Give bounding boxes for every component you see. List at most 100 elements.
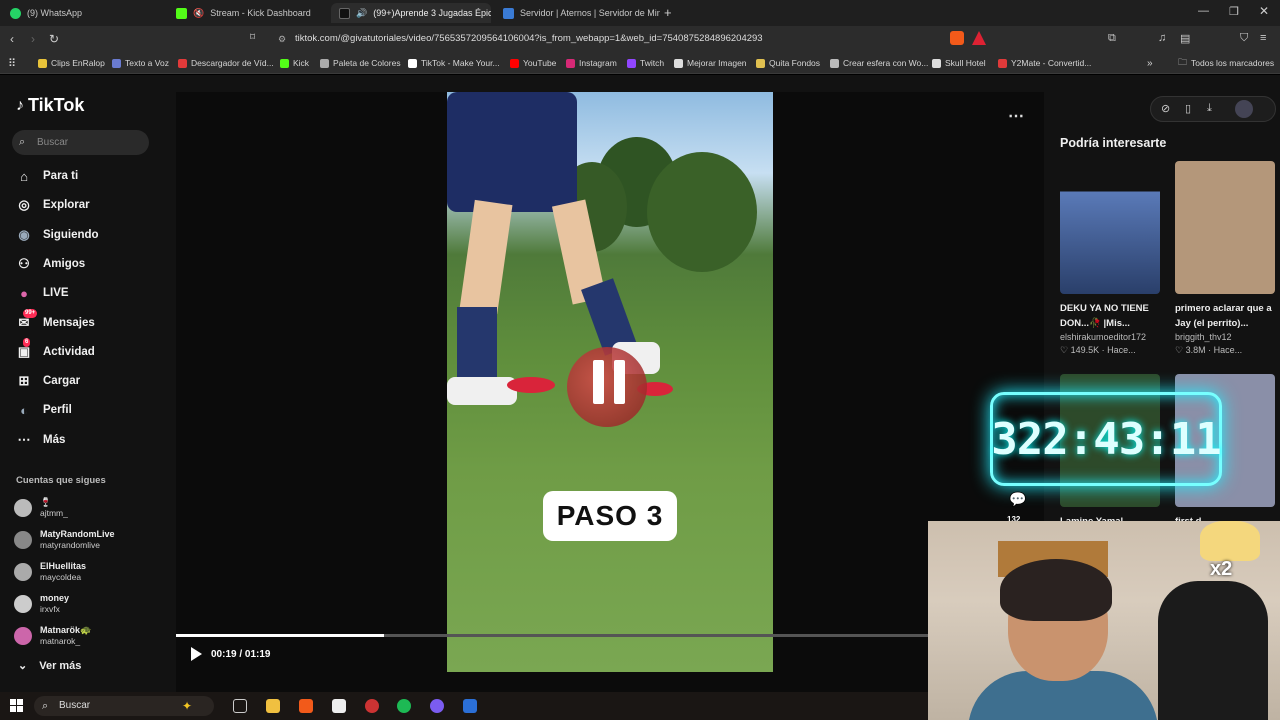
nav-item-explorar[interactable]: ◎ Explorar — [15, 194, 89, 216]
following-account[interactable]: MatyRandomLive matyrandomlive — [14, 527, 115, 553]
account-text: money irxvfx — [40, 593, 69, 615]
app-icon[interactable] — [430, 699, 444, 713]
nav-item-amigos[interactable]: ⚇ Amigos — [15, 253, 85, 275]
nav-item-más[interactable]: ⋯ Más — [15, 429, 66, 451]
pause-icon[interactable] — [589, 360, 629, 404]
spotify-icon[interactable] — [397, 699, 411, 713]
obs-icon[interactable] — [365, 699, 379, 713]
extensions-icon[interactable]: ⧉ — [1108, 32, 1116, 45]
phone-icon[interactable]: ▯ — [1185, 102, 1191, 115]
app-icon[interactable] — [463, 699, 477, 713]
close-window-icon[interactable]: ✕ — [1259, 4, 1269, 18]
bookmark-item[interactable]: Texto a Voz — [112, 56, 169, 70]
video-thumbnail[interactable] — [1175, 161, 1275, 294]
recommended-video-card[interactable]: DEKU YA NO TIENE DON...🥀 |Mis... elshirak… — [1060, 161, 1160, 357]
nav-item-perfil[interactable]: ◐ Perfil — [15, 399, 72, 421]
bookmark-item[interactable]: Kick — [280, 56, 309, 70]
brave-shield-icon[interactable] — [950, 31, 964, 45]
chair — [1158, 581, 1268, 720]
bookmark-favicon-icon — [38, 58, 47, 68]
nav-item-live[interactable]: ● LIVE — [15, 282, 69, 304]
following-account[interactable]: Matnarök🐢 matnarok_ — [14, 623, 91, 649]
bookmark-item[interactable]: Y2Mate - Convertid... — [998, 56, 1091, 70]
bookmark-label: Quita Fondos — [769, 58, 821, 68]
bookmark-label: Skull Hotel — [945, 58, 986, 68]
nav-item-siguiendo[interactable]: ◉ Siguiendo — [15, 224, 98, 246]
following-account[interactable]: 🍷 ajtmm_ — [14, 495, 68, 521]
apps-icon[interactable]: ⠿ — [8, 56, 16, 70]
bookmark-favicon-icon — [932, 58, 941, 68]
bookmark-item[interactable]: Crear esfera con Wo... — [830, 56, 928, 70]
minimize-icon[interactable]: — — [1198, 5, 1209, 17]
see-more-button[interactable]: ⌄ Ver más — [18, 659, 81, 672]
browser-tab-bar: (9) WhatsApp 🔇 Stream - Kick Dashboard 🔊… — [0, 0, 1280, 26]
bookmark-item[interactable]: Paleta de Colores — [320, 56, 401, 70]
tab-tiktok[interactable]: 🔊 (99+)Aprende 3 Jugadas Épic ✕ — [331, 3, 491, 23]
tab-kick[interactable]: 🔇 Stream - Kick Dashboard — [168, 3, 328, 23]
more-bookmarks-icon[interactable]: » — [1147, 56, 1153, 70]
captions-icon[interactable]: ⊘ — [1161, 102, 1170, 115]
account-handle: matnarok_ — [40, 636, 81, 646]
multiplier-text: x2 — [1210, 558, 1233, 580]
nav-item-cargar[interactable]: ⊞ Cargar — [15, 370, 81, 392]
vpn-icon[interactable]: ⛉ — [1240, 32, 1248, 45]
tab-label: Stream - Kick Dashboard — [210, 8, 311, 18]
comment-icon[interactable]: 💬 — [1009, 491, 1026, 508]
bookmark-item[interactable]: Instagram — [566, 56, 617, 70]
bookmark-item[interactable]: YouTube — [510, 56, 556, 70]
all-bookmarks[interactable]: 🗀 Todos los marcadores — [1178, 56, 1274, 70]
taskbar-search[interactable]: ⌕ Buscar ✦ — [34, 696, 214, 716]
nav-label: Mensajes — [43, 316, 95, 329]
url-field[interactable]: ⚙ tiktok.com/@givatutoriales/video/75653… — [270, 30, 990, 48]
more-options-icon[interactable]: ⋯ — [1008, 106, 1024, 126]
bookmark-label: YouTube — [523, 58, 557, 68]
reload-icon[interactable]: ↻ — [49, 32, 59, 46]
bookmark-item[interactable]: Descargador de Víd... — [178, 56, 274, 70]
nav-item-mensajes[interactable]: ✉ 99+ Mensajes — [15, 308, 95, 334]
bookmark-item[interactable]: TikTok - Make Your... — [408, 56, 500, 70]
copilot-sparkle-icon: ✦ — [182, 699, 193, 713]
video-player[interactable]: PASO 3 ⋯ 00:19 / 01:19 givatutoriales — [176, 92, 1044, 713]
player-shoe — [447, 377, 517, 405]
following-account[interactable]: ElHuellitas maycoldea — [14, 559, 86, 585]
back-icon[interactable]: ‹ — [10, 32, 14, 46]
progress-bar[interactable] — [176, 634, 1044, 637]
bookmark-item[interactable]: Mejorar Imagen — [674, 56, 747, 70]
site-info-icon[interactable]: ⚙ — [278, 30, 286, 48]
bookmark-item[interactable]: Clips EnRalop — [38, 56, 105, 70]
tiktok-logo[interactable]: ♪ TikTok — [16, 95, 84, 116]
bookmark-item[interactable]: Skull Hotel — [932, 56, 986, 70]
user-avatar[interactable] — [1235, 100, 1253, 118]
bookmark-label: Paleta de Colores — [333, 58, 401, 68]
bookmark-item[interactable]: Twitch — [627, 56, 664, 70]
media-icon[interactable]: ♫ — [1158, 32, 1166, 44]
restore-icon[interactable]: ❐ — [1229, 5, 1239, 18]
recommended-video-card[interactable]: primero aclarar que a Jay (el perrito)..… — [1175, 161, 1275, 357]
task-view-icon[interactable] — [233, 699, 247, 713]
search-input[interactable]: ⌕ Buscar — [12, 130, 149, 155]
nav-item-actividad[interactable]: ▣ 6 Actividad — [15, 337, 95, 363]
file-explorer-icon[interactable] — [266, 699, 280, 713]
search-icon: ⌕ — [42, 700, 49, 712]
bookmark-item[interactable]: Quita Fondos — [756, 56, 820, 70]
tab-whatsapp[interactable]: (9) WhatsApp — [2, 3, 167, 23]
bookmark-icon[interactable]: ⌑ — [250, 32, 255, 43]
tab-aternos[interactable]: Servidor | Aternos | Servidor de Mine — [495, 3, 660, 23]
video-frame[interactable]: PASO 3 — [447, 92, 773, 672]
following-account[interactable]: money irxvfx — [14, 591, 69, 617]
menu-icon[interactable]: ≡ — [1260, 32, 1266, 44]
video-thumbnail[interactable] — [1060, 161, 1160, 294]
tiktok-sidebar: ♪ TikTok ⌕ Buscar ⌂ Para ti ◎ Explorar ◉ Sigu… — [0, 75, 172, 692]
more-icon: ⋯ — [17, 431, 31, 447]
store-icon[interactable] — [332, 699, 346, 713]
brave-icon[interactable] — [299, 699, 313, 713]
forward-icon[interactable]: › — [31, 32, 35, 46]
new-tab-icon[interactable]: + — [664, 5, 672, 20]
windows-start-icon[interactable] — [10, 699, 23, 712]
download-icon[interactable]: ⤓ — [1207, 102, 1212, 115]
nav-label: LIVE — [43, 287, 69, 300]
nav-item-para-ti[interactable]: ⌂ Para ti — [15, 165, 78, 187]
bookmark-favicon-icon — [627, 58, 636, 68]
sidebar-toggle-icon[interactable]: ▤ — [1180, 32, 1190, 45]
play-icon[interactable] — [191, 647, 202, 661]
